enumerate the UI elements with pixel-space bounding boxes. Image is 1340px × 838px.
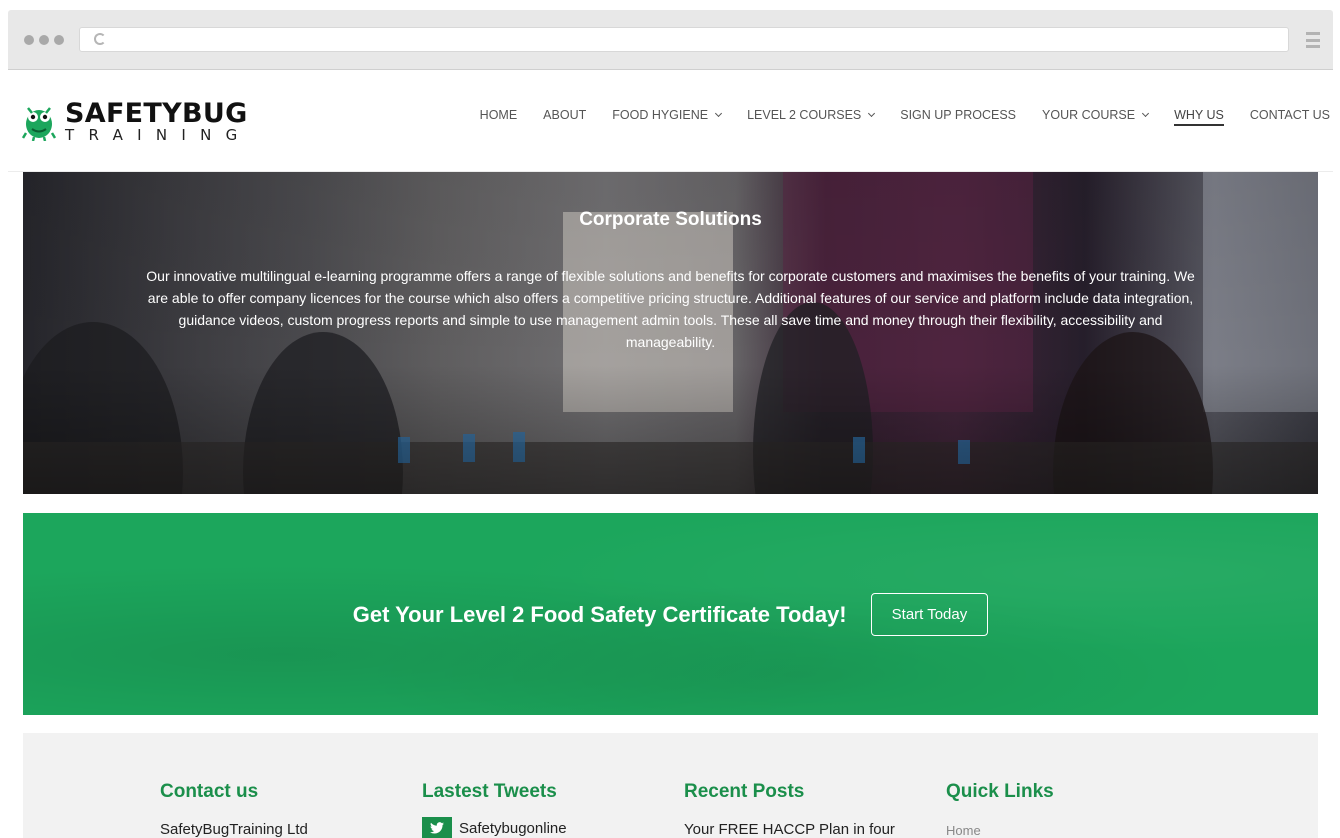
footer-posts-heading: Recent Posts (684, 781, 805, 802)
minimize-window-dot[interactable] (39, 35, 49, 45)
cta-banner: Get Your Level 2 Food Safety Certificate… (23, 513, 1318, 715)
nav-item-food-hygiene[interactable]: FOOD HYGIENE (612, 108, 723, 126)
recent-post-link[interactable]: Your FREE HACCP Plan in four (684, 821, 895, 838)
nav-item-contact-us[interactable]: CONTACT US (1250, 108, 1330, 126)
browser-window: SAFETYBUG TRAINING HOME ABOUT FOOD HYGIE… (0, 0, 1340, 838)
nav-item-sign-up-process[interactable]: SIGN UP PROCESS (900, 108, 1016, 126)
nav-item-level-2-courses[interactable]: LEVEL 2 COURSES (747, 108, 876, 126)
footer-links-heading: Quick Links (946, 781, 1054, 802)
nav-item-about[interactable]: ABOUT (543, 108, 586, 126)
chevron-down-icon (1142, 109, 1150, 118)
close-window-dot[interactable] (24, 35, 34, 45)
nav-label: HOME (479, 108, 518, 122)
chevron-down-icon (715, 109, 723, 118)
corporate-solutions-hero: Corporate Solutions Our innovative multi… (23, 172, 1318, 494)
nav-label: FOOD HYGIENE (612, 108, 709, 122)
nav-label: CONTACT US (1249, 108, 1330, 122)
browser-chrome (8, 10, 1333, 70)
footer-company-name: SafetyBugTraining Ltd (160, 821, 308, 838)
bug-logo-icon (22, 106, 56, 141)
start-today-button[interactable]: Start Today (870, 593, 989, 636)
nav-label: YOUR COURSE (1042, 108, 1136, 122)
maximize-window-dot[interactable] (54, 35, 64, 45)
nav-label: ABOUT (543, 108, 587, 122)
nav-item-home[interactable]: HOME (480, 108, 518, 126)
twitter-handle[interactable]: Safetybugonline (459, 820, 567, 837)
twitter-icon[interactable] (422, 817, 452, 838)
footer-contact-heading: Contact us (160, 781, 259, 802)
site-header: SAFETYBUG TRAINING HOME ABOUT FOOD HYGIE… (8, 70, 1333, 172)
quick-link-home[interactable]: Home (946, 823, 1054, 838)
address-bar[interactable] (79, 27, 1289, 52)
footer-links-column: Quick Links Home (946, 781, 1054, 838)
window-controls (24, 35, 64, 45)
reload-icon[interactable] (94, 33, 106, 45)
footer-tweets-column: Lastest Tweets Safetybugonline (422, 781, 567, 838)
footer-contact-column: Contact us SafetyBugTraining Ltd (160, 781, 308, 838)
nav-item-why-us[interactable]: WHY US (1174, 108, 1224, 126)
nav-label: WHY US (1174, 108, 1224, 122)
footer-tweets-heading: Lastest Tweets (422, 781, 557, 802)
nav-item-your-course[interactable]: YOUR COURSE (1042, 108, 1150, 126)
nav-label: SIGN UP PROCESS (900, 108, 1017, 122)
main-nav: HOME ABOUT FOOD HYGIENE LEVEL 2 COURSES … (480, 108, 1330, 126)
nav-label: LEVEL 2 COURSES (747, 108, 862, 122)
hero-description: Our innovative multilingual e-learning p… (146, 268, 1195, 350)
browser-menu-icon[interactable] (1306, 32, 1320, 48)
logo-name: SAFETYBUG (65, 98, 248, 129)
hero-title: Corporate Solutions (579, 209, 762, 230)
site-footer: Contact us SafetyBugTraining Ltd Lastest… (23, 733, 1318, 838)
cta-headline: Get Your Level 2 Food Safety Certificate… (352, 601, 847, 627)
chevron-down-icon (868, 109, 876, 118)
footer-posts-column: Recent Posts Your FREE HACCP Plan in fou… (684, 781, 895, 838)
site-logo[interactable]: SAFETYBUG TRAINING (22, 100, 252, 143)
logo-subtitle: TRAINING (65, 126, 252, 144)
